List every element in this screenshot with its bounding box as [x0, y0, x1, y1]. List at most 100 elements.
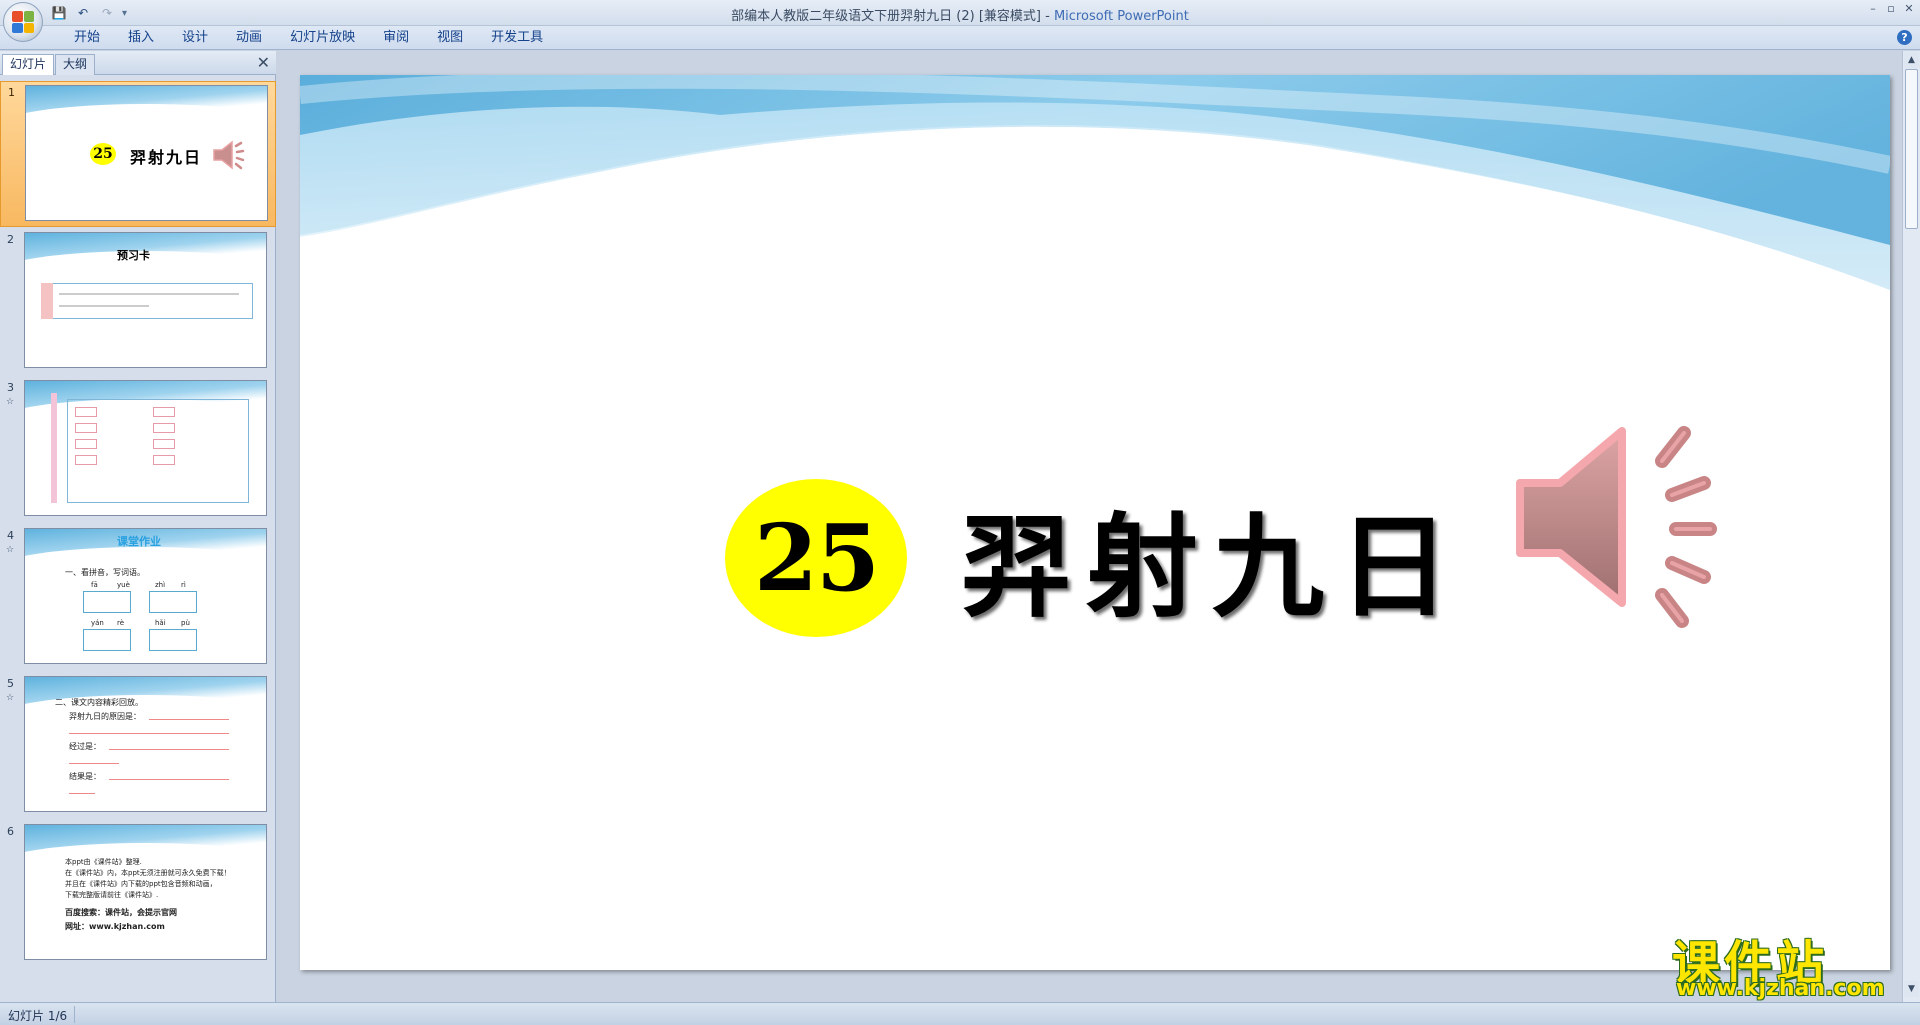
- thumbnail-writing-box: [149, 629, 197, 651]
- office-logo-icon: [12, 11, 34, 33]
- thumbnail-pinyin: pù: [181, 619, 190, 627]
- thumbnail-text: 在《课件站》内，本ppt无须注册就可永久免费下载！: [65, 869, 231, 877]
- thumbnail-text: 本ppt由《课件站》整理.: [65, 858, 142, 866]
- tab-outline[interactable]: 大纲: [55, 54, 96, 75]
- lesson-number-badge[interactable]: 25: [725, 479, 907, 637]
- thumbnail-title: 羿射九日: [130, 148, 203, 167]
- thumbnail-pinyin: zhì: [155, 581, 166, 589]
- thumbnail-box: [75, 455, 97, 465]
- thumbnail-pinyin: rè: [117, 619, 125, 627]
- thumbnail-text: 网址：www.kjzhan.com: [65, 922, 165, 931]
- thumbnail-writing-box: [83, 629, 131, 651]
- slide-thumbnail-2[interactable]: 2 预习卡: [0, 229, 276, 375]
- thumbnail-list[interactable]: 1 25 羿射九日 2 预习卡 3 ☆ 4 ☆ 课堂作业 一、看拼音，写词语。 …: [0, 81, 276, 997]
- thumbnail-answer-line: [149, 719, 229, 720]
- thumbnail-writing-box: [149, 591, 197, 613]
- wave-decoration: [26, 86, 267, 144]
- thumbnail-box: [153, 439, 175, 449]
- watermark-url: www.kjzhan.com: [1676, 976, 1885, 1001]
- thumbnail-answer-line: [109, 749, 229, 750]
- panel-close-icon[interactable]: ✕: [257, 54, 270, 72]
- slide-thumbnail-3[interactable]: 3 ☆: [0, 377, 276, 523]
- tab-view[interactable]: 视图: [423, 29, 477, 47]
- tab-slides[interactable]: 幻灯片: [2, 54, 55, 75]
- speaker-icon: [213, 140, 245, 170]
- thumbnail-box: [153, 423, 175, 433]
- slide-thumbnail-4[interactable]: 4 ☆ 课堂作业 一、看拼音，写词语。 fā yuè zhì rì yán rè…: [0, 525, 276, 671]
- thumbnail-box: [153, 455, 175, 465]
- slide-thumbnail-5[interactable]: 5 ☆ 二、课文内容精彩回放。 羿射九日的原因是： 经过是： 结果是：: [0, 673, 276, 819]
- restore-icon[interactable]: ▫: [1884, 2, 1898, 16]
- thumbnail-badge: 25: [90, 143, 116, 165]
- thumbnail-answer-line: [69, 763, 119, 764]
- thumbnail-preview: 课堂作业 一、看拼音，写词语。 fā yuè zhì rì yán rè hǎi…: [24, 528, 267, 664]
- thumbnail-heading: 预习卡: [117, 249, 150, 262]
- panel-tabs: 幻灯片 大纲 ✕: [0, 51, 276, 75]
- tab-animations[interactable]: 动画: [222, 29, 276, 47]
- office-button[interactable]: [3, 2, 43, 42]
- thumbnail-text: 二、课文内容精彩回放。: [55, 698, 143, 707]
- ribbon-tabs: 开始 插入 设计 动画 幻灯片放映 审阅 视图 开发工具: [60, 29, 557, 47]
- thumbnail-pinyin: fā: [91, 581, 98, 589]
- ribbon: 开始 插入 设计 动画 幻灯片放映 审阅 视图 开发工具 ?: [0, 26, 1920, 50]
- slide-thumbnail-1[interactable]: 1 25 羿射九日: [0, 81, 276, 227]
- scrollbar-thumb[interactable]: [1905, 69, 1918, 229]
- slide-editor[interactable]: 25 羿射九日: [280, 51, 1902, 1002]
- thumbnail-answer-line: [69, 733, 229, 734]
- thumbnail-number: 1: [8, 86, 15, 99]
- status-bar: 幻灯片 1/6: [0, 1002, 1920, 1025]
- slide-counter: 幻灯片 1/6: [8, 1009, 68, 1023]
- window-controls: – ▫ ✕: [1866, 2, 1916, 16]
- thumbnail-box: [75, 407, 97, 417]
- slides-panel: 幻灯片 大纲 ✕ 1 25 羿射九日 2 预习卡 3 ☆ 4 ☆ 课堂作业 一、…: [0, 51, 276, 1002]
- tab-slideshow[interactable]: 幻灯片放映: [276, 29, 369, 47]
- thumbnail-writing-box: [83, 591, 131, 613]
- thumbnail-text-line: [59, 293, 239, 295]
- thumbnail-text: 下载完整版请前往《课件站》.: [65, 891, 159, 899]
- watermark: 课件站 www.kjzhan.com: [1668, 924, 1908, 1004]
- thumbnail-side-bar: [51, 393, 57, 503]
- wave-decoration: [300, 75, 1890, 315]
- thumbnail-pinyin: rì: [181, 581, 186, 589]
- animation-star-icon: ☆: [6, 545, 15, 555]
- tab-design[interactable]: 设计: [168, 29, 222, 47]
- thumbnail-number: 3: [7, 381, 14, 394]
- thumbnail-preview: 本ppt由《课件站》整理. 在《课件站》内，本ppt无须注册就可永久免费下载！ …: [24, 824, 267, 960]
- animation-star-icon: ☆: [6, 693, 15, 703]
- thumbnail-pinyin: yán: [91, 619, 104, 627]
- speaker-icon[interactable]: [1512, 413, 1752, 633]
- minimize-icon[interactable]: –: [1866, 2, 1880, 16]
- thumbnail-text-line: [59, 305, 149, 307]
- vertical-scrollbar[interactable]: ▲ ▼: [1902, 51, 1920, 1002]
- thumbnail-number: 5: [7, 677, 14, 690]
- thumbnail-number: 6: [7, 825, 14, 838]
- tab-home[interactable]: 开始: [60, 29, 114, 47]
- thumbnail-answer-line: [109, 779, 229, 780]
- thumbnail-heading: 课堂作业: [117, 535, 161, 548]
- tab-developer[interactable]: 开发工具: [477, 29, 557, 47]
- thumbnail-preview: 二、课文内容精彩回放。 羿射九日的原因是： 经过是： 结果是：: [24, 676, 267, 812]
- thumbnail-text: 百度搜索：课件站，会提示官网: [65, 908, 177, 917]
- thumbnail-box: [75, 423, 97, 433]
- thumbnail-text: 经过是：: [69, 742, 101, 751]
- thumbnail-number: 2: [7, 233, 14, 246]
- tab-review[interactable]: 审阅: [369, 29, 423, 47]
- wave-decoration: [25, 825, 266, 883]
- thumbnail-text: 羿射九日的原因是：: [69, 712, 141, 721]
- thumbnail-table-label: [41, 283, 53, 319]
- thumbnail-box: [75, 439, 97, 449]
- thumbnail-box: [153, 407, 175, 417]
- thumbnail-pinyin: yuè: [117, 581, 130, 589]
- tab-insert[interactable]: 插入: [114, 29, 168, 47]
- thumbnail-table: [41, 283, 253, 319]
- thumbnail-number: 4: [7, 529, 14, 542]
- help-icon[interactable]: ?: [1897, 30, 1912, 45]
- app-name: Microsoft PowerPoint: [1053, 9, 1189, 24]
- thumbnail-text: 结果是：: [69, 772, 101, 781]
- document-title: 部编本人教版二年级语文下册羿射九日 (2) [兼容模式] -: [731, 9, 1054, 24]
- current-slide[interactable]: 25 羿射九日: [300, 75, 1890, 970]
- slide-title[interactable]: 羿射九日: [960, 477, 1464, 639]
- close-icon[interactable]: ✕: [1902, 2, 1916, 16]
- slide-thumbnail-6[interactable]: 6 本ppt由《课件站》整理. 在《课件站》内，本ppt无须注册就可永久免费下载…: [0, 821, 276, 967]
- scroll-up-icon[interactable]: ▲: [1904, 52, 1919, 68]
